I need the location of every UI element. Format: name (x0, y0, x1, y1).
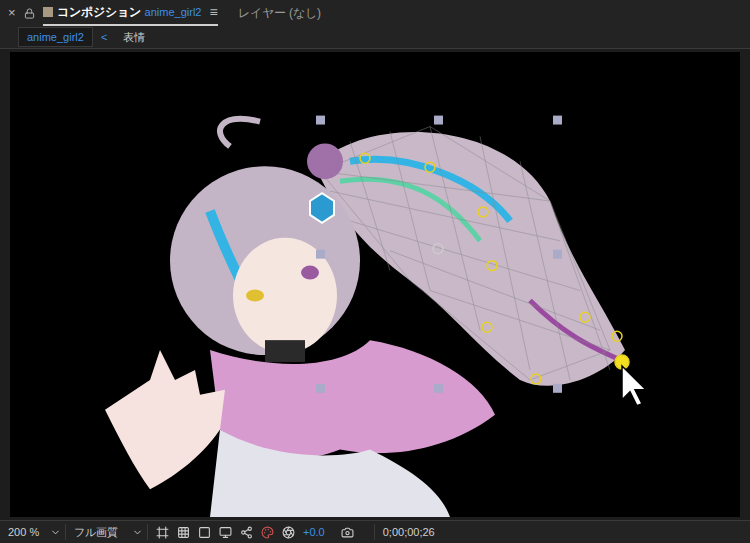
sweater (210, 430, 450, 517)
anchor-point[interactable] (433, 244, 443, 254)
hand (105, 350, 225, 489)
puppet-pin[interactable] (478, 207, 488, 217)
breadcrumb-item[interactable]: 表情 (115, 28, 153, 47)
panel-tab[interactable]: コンポジションanime_girl2≡ (43, 0, 218, 26)
transform-handle[interactable] (316, 384, 325, 393)
transform-handle[interactable] (553, 250, 562, 259)
puppet-pin[interactable] (612, 331, 622, 341)
transform-handle[interactable] (553, 116, 562, 125)
transparency-grid-icon[interactable] (177, 526, 190, 539)
face (233, 238, 337, 353)
close-button[interactable]: × (8, 3, 16, 23)
breadcrumb-separator: < (101, 29, 107, 46)
transform-handle[interactable] (434, 384, 443, 393)
puppet-pin[interactable] (531, 374, 541, 384)
viewer (0, 48, 750, 521)
region-icon[interactable] (156, 526, 169, 539)
preview-icon[interactable] (219, 526, 232, 539)
composition-artwork[interactable] (10, 52, 740, 517)
zoom-dropdown[interactable]: 200 % (8, 524, 66, 541)
transform-handle[interactable] (316, 116, 325, 125)
timecode[interactable]: 0;00;00;26 (374, 524, 435, 541)
channel-icon[interactable] (261, 526, 274, 539)
quality-dropdown[interactable]: フル画質 (74, 524, 148, 541)
puppet-pin[interactable] (360, 153, 370, 163)
panel-tab-bar: × コンポジションanime_girl2≡ レイヤー (なし) (0, 0, 750, 26)
cursor-icon (622, 366, 646, 406)
composition-canvas[interactable] (10, 52, 740, 517)
puppet-pin[interactable] (580, 312, 590, 322)
mask-icon[interactable] (198, 526, 211, 539)
puppet-pin[interactable] (487, 261, 497, 271)
transform-handle[interactable] (434, 116, 443, 125)
transform-handle[interactable] (553, 384, 562, 393)
panel-menu-button[interactable]: ≡ (209, 2, 217, 23)
puppet-pin[interactable] (425, 162, 435, 172)
puppet-pin[interactable] (482, 322, 492, 332)
scarf (210, 340, 495, 458)
lock-icon[interactable] (24, 8, 35, 19)
viewer-toolbar: 200 % フル画質 +0.0 0;00;00;26 (0, 521, 750, 543)
panel-color-icon (43, 7, 53, 17)
breadcrumb-item[interactable]: anime_girl2 (18, 27, 93, 48)
hair (170, 166, 360, 355)
guides-icon[interactable] (240, 526, 253, 539)
exposure-value[interactable]: +0.0 (303, 524, 325, 541)
exposure-reset-icon[interactable] (282, 526, 295, 539)
snapshot-icon[interactable] (341, 526, 354, 539)
composition-panel: × コンポジションanime_girl2≡ レイヤー (なし) anime_girl2… (0, 0, 750, 543)
panel-tab[interactable]: レイヤー (なし) (238, 4, 321, 22)
breadcrumb-bar: anime_girl2 < 表情 (0, 26, 750, 48)
transform-handle[interactable] (316, 250, 325, 259)
